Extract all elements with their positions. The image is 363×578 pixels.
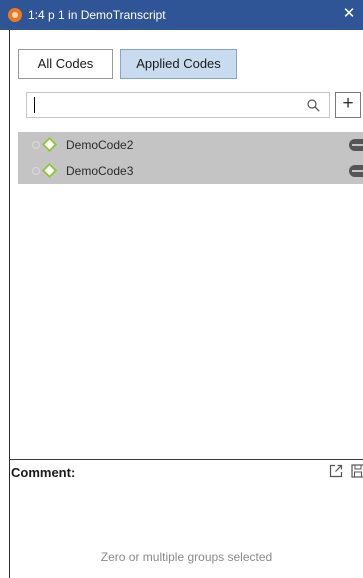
open-external-icon[interactable] xyxy=(328,463,344,479)
remove-code-icon[interactable] xyxy=(349,139,363,151)
left-border xyxy=(9,30,10,578)
select-radio[interactable] xyxy=(32,141,40,149)
title-bar: 1:4 p 1 in DemoTranscript ✕ xyxy=(0,0,363,30)
search-input[interactable] xyxy=(29,95,301,115)
comment-divider xyxy=(9,459,363,460)
add-code-button[interactable]: + xyxy=(335,92,361,118)
comment-label: Comment: xyxy=(11,465,76,480)
search-box[interactable] xyxy=(26,92,330,118)
window-title: 1:4 p 1 in DemoTranscript xyxy=(28,8,166,22)
tab-applied-codes[interactable]: Applied Codes xyxy=(120,49,237,79)
close-button[interactable]: ✕ xyxy=(341,4,357,24)
list-item[interactable]: DemoCode3 xyxy=(18,158,363,184)
code-name: DemoCode2 xyxy=(66,138,134,152)
list-item[interactable]: DemoCode2 xyxy=(18,132,363,158)
code-name: DemoCode3 xyxy=(66,164,134,178)
app-logo-icon xyxy=(8,8,22,22)
save-icon[interactable] xyxy=(350,463,363,479)
comment-status-text: Zero or multiple groups selected xyxy=(100,550,273,564)
remove-code-icon[interactable] xyxy=(349,165,363,177)
diamond-icon xyxy=(41,136,58,153)
applied-codes-list: DemoCode2 DemoCode3 xyxy=(18,132,363,184)
diamond-icon xyxy=(41,162,58,179)
select-radio[interactable] xyxy=(32,167,40,175)
search-icon[interactable] xyxy=(307,99,320,112)
tab-all-codes[interactable]: All Codes xyxy=(18,49,113,79)
